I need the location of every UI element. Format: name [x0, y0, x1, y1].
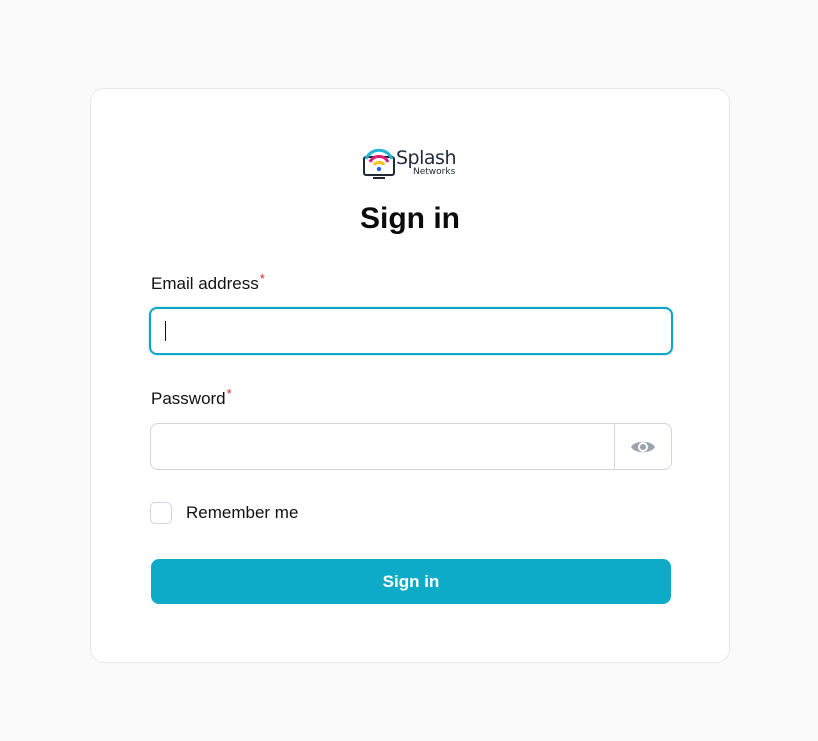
wifi-screen-logo-icon [363, 148, 395, 179]
email-field[interactable] [149, 307, 673, 355]
sign-in-card: Splash Networks Sign in Email address* P… [90, 88, 730, 663]
remember-me-label[interactable]: Remember me [186, 503, 298, 523]
email-label: Email address* [151, 271, 265, 294]
page-title: Sign in [360, 202, 460, 235]
splash-networks-logo: Splash Networks [362, 147, 462, 181]
sign-in-button-label: Sign in [382, 571, 440, 591]
password-label-text: Password [151, 389, 226, 408]
eye-icon [631, 441, 655, 452]
password-field[interactable] [150, 423, 672, 470]
sign-in-button[interactable]: Sign in [151, 559, 671, 604]
text-caret [165, 321, 166, 341]
remember-me-checkbox[interactable] [150, 502, 172, 524]
email-label-text: Email address [151, 274, 259, 293]
logo-wordmark: Splash [396, 147, 456, 169]
required-marker: * [259, 271, 265, 286]
password-label: Password* [151, 386, 232, 409]
show-password-button[interactable] [614, 424, 671, 469]
required-marker: * [226, 386, 232, 401]
logo-subtitle: Networks [413, 167, 456, 177]
